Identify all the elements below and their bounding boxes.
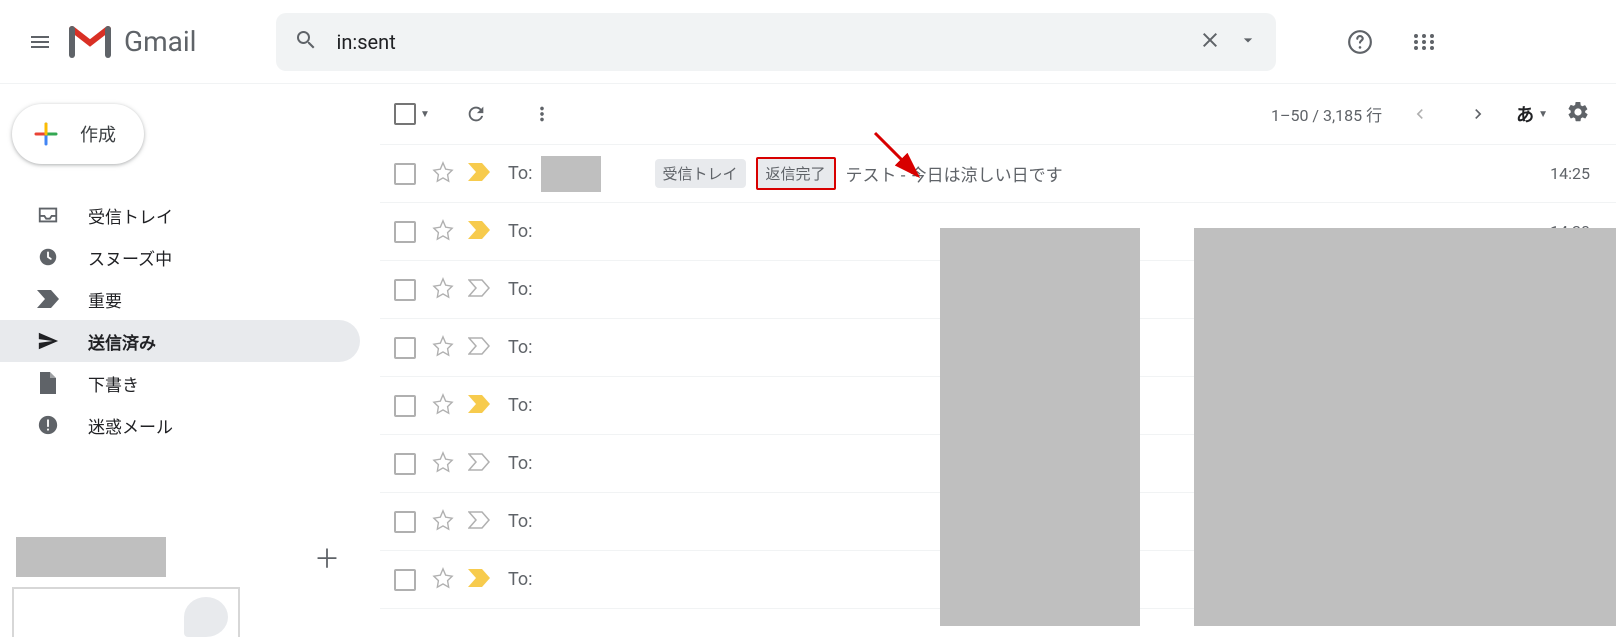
- to-label: To:: [508, 395, 533, 416]
- logo: Gmail: [68, 25, 196, 59]
- email-checkbox[interactable]: [394, 163, 416, 185]
- sidebar-item-label: 迷惑メール: [88, 413, 173, 438]
- important-icon[interactable]: [468, 453, 490, 475]
- to-label: To:: [508, 221, 533, 242]
- sidebar-item-clock[interactable]: スヌーズ中: [0, 236, 360, 278]
- caret-down-icon[interactable]: ▼: [420, 109, 430, 120]
- add-hangout-button[interactable]: ＋: [314, 539, 340, 576]
- email-checkbox[interactable]: [394, 279, 416, 301]
- redacted-block: [1194, 228, 1616, 626]
- draft-icon: [36, 371, 60, 395]
- star-icon[interactable]: [432, 451, 454, 477]
- hangouts-placeholder: [16, 537, 166, 577]
- search-icon[interactable]: [294, 28, 318, 56]
- email-checkbox[interactable]: [394, 569, 416, 591]
- pagination-text: 1–50 / 3,185 行: [1271, 102, 1382, 126]
- compose-button[interactable]: 作成: [12, 104, 144, 164]
- to-label: To:: [508, 569, 533, 590]
- sidebar-item-label: スヌーズ中: [88, 245, 172, 270]
- to-label: To:: [508, 453, 533, 474]
- prev-page-button[interactable]: [1400, 94, 1440, 134]
- important-icon[interactable]: [468, 511, 490, 533]
- important-icon[interactable]: [468, 221, 490, 243]
- important-icon[interactable]: [468, 569, 490, 591]
- clear-search-icon[interactable]: [1198, 28, 1222, 56]
- apps-icon[interactable]: [1400, 18, 1448, 66]
- redacted-recipient: [541, 156, 601, 192]
- clock-icon: [36, 245, 60, 269]
- input-tool-button[interactable]: あ ▼: [1516, 101, 1548, 127]
- search-input[interactable]: [336, 30, 1198, 54]
- email-checkbox[interactable]: [394, 511, 416, 533]
- to-label: To:: [508, 163, 533, 184]
- redacted-block: [940, 228, 1140, 626]
- help-icon[interactable]: [1336, 18, 1384, 66]
- toolbar: ▼ 1–50 / 3,185 行 あ ▼: [380, 84, 1616, 144]
- menu-icon[interactable]: [16, 18, 64, 66]
- star-icon[interactable]: [432, 509, 454, 535]
- important-icon[interactable]: [468, 279, 490, 301]
- caret-down-icon: ▼: [1538, 109, 1548, 120]
- star-icon[interactable]: [432, 219, 454, 245]
- email-date: 14:25: [1526, 164, 1590, 183]
- plus-icon: [28, 116, 64, 152]
- gmail-logo-icon: [68, 25, 112, 59]
- star-icon[interactable]: [432, 335, 454, 361]
- sidebar-item-label: 送信済み: [88, 329, 156, 354]
- inbox-icon: [36, 203, 60, 227]
- chat-panel: [12, 587, 240, 637]
- email-subject: テスト - 今日は涼しい日です: [846, 161, 1063, 186]
- refresh-button[interactable]: [456, 94, 496, 134]
- sidebar-item-spam[interactable]: 迷惑メール: [0, 404, 360, 446]
- compose-label: 作成: [80, 121, 116, 147]
- to-label: To:: [508, 337, 533, 358]
- settings-icon[interactable]: [1566, 100, 1590, 128]
- sidebar-item-inbox[interactable]: 受信トレイ: [0, 194, 360, 236]
- email-checkbox[interactable]: [394, 221, 416, 243]
- email-label-chip[interactable]: 受信トレイ: [655, 159, 746, 188]
- email-checkbox[interactable]: [394, 395, 416, 417]
- sidebar-item-label: 重要: [88, 287, 122, 312]
- email-checkbox[interactable]: [394, 337, 416, 359]
- email-row[interactable]: To: 受信トレイ返信完了テスト - 今日は涼しい日です 14:25: [380, 145, 1616, 203]
- important-icon[interactable]: [468, 395, 490, 417]
- search-options-icon[interactable]: [1238, 30, 1258, 54]
- important-icon[interactable]: [468, 337, 490, 359]
- email-checkbox[interactable]: [394, 453, 416, 475]
- sidebar-item-label: 下書き: [88, 371, 139, 396]
- send-icon: [36, 329, 60, 353]
- sidebar-item-label: 受信トレイ: [88, 203, 173, 228]
- email-subject-area: 受信トレイ返信完了テスト - 今日は涼しい日です: [655, 157, 1527, 190]
- star-icon[interactable]: [432, 161, 454, 187]
- email-label-chip[interactable]: 返信完了: [756, 157, 836, 190]
- spam-icon: [36, 413, 60, 437]
- to-label: To:: [508, 511, 533, 532]
- more-button[interactable]: [522, 94, 562, 134]
- sidebar-item-send[interactable]: 送信済み: [0, 320, 360, 362]
- app-name: Gmail: [124, 25, 196, 58]
- search-bar[interactable]: [276, 13, 1276, 71]
- star-icon[interactable]: [432, 277, 454, 303]
- sidebar-item-draft[interactable]: 下書き: [0, 362, 360, 404]
- select-all-checkbox[interactable]: ▼: [394, 103, 430, 125]
- important-icon: [36, 287, 60, 311]
- star-icon[interactable]: [432, 567, 454, 593]
- next-page-button[interactable]: [1458, 94, 1498, 134]
- sidebar-item-important[interactable]: 重要: [0, 278, 360, 320]
- sidebar: 作成 受信トレイスヌーズ中重要送信済み下書き迷惑メール ＋: [0, 84, 380, 637]
- to-label: To:: [508, 279, 533, 300]
- star-icon[interactable]: [432, 393, 454, 419]
- important-icon[interactable]: [468, 163, 490, 185]
